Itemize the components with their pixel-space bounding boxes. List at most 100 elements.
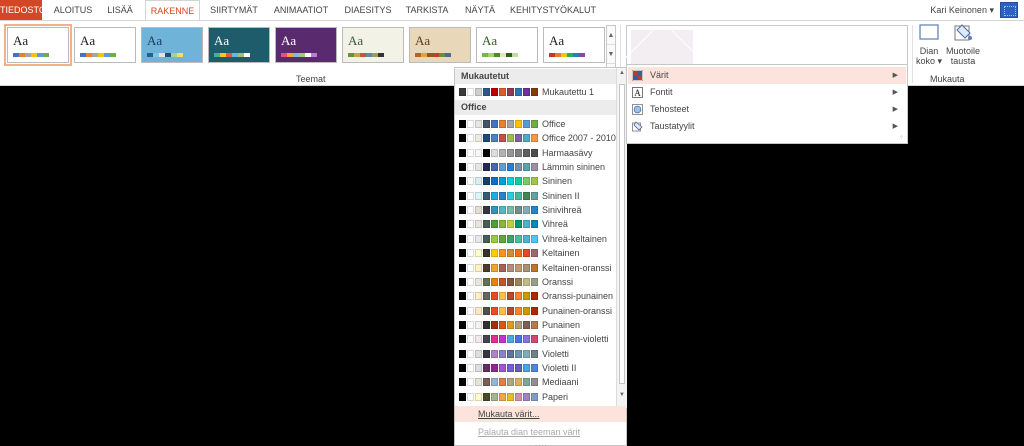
- palette-option[interactable]: Keltainen: [455, 246, 617, 260]
- palette-option[interactable]: Vihreä: [455, 217, 617, 231]
- palette-swatches: [459, 292, 539, 301]
- palette-option[interactable]: Harmaasävy: [455, 146, 617, 160]
- palette-option[interactable]: Mediaani: [455, 375, 617, 389]
- menu-item-background-styles-label: Taustatyylit: [650, 121, 695, 131]
- theme-thumbnail[interactable]: Aa: [543, 27, 605, 63]
- theme-thumbnail-text: Aa: [482, 33, 498, 48]
- avatar[interactable]: [1000, 2, 1018, 18]
- palette-option[interactable]: Punainen: [455, 318, 617, 332]
- theme-thumbnail-text: Aa: [549, 33, 565, 48]
- palette-option[interactable]: Vihreä-keltainen: [455, 232, 617, 246]
- gallery-scroll-up-icon[interactable]: ▲: [607, 26, 615, 45]
- palette-name: Oranssi: [542, 276, 574, 287]
- tab-slideshow[interactable]: DIAESITYS: [341, 0, 395, 20]
- theme-thumbnail-text: Aa: [415, 33, 431, 48]
- theme-thumbnail-text: Aa: [13, 33, 29, 48]
- palette-name: Punainen-oranssi: [542, 305, 613, 316]
- submenu-arrow-icon: ▶: [892, 89, 898, 96]
- palette-option[interactable]: Lämmin sininen: [455, 160, 617, 174]
- palette-option[interactable]: Sininen II: [455, 189, 617, 203]
- theme-color-strip: [415, 53, 451, 57]
- theme-thumbnail-text: Aa: [147, 33, 163, 48]
- palette-name: Keltainen-oranssi: [542, 262, 612, 273]
- format-background-button[interactable]: Muotoile tausta: [944, 23, 982, 66]
- tab-view[interactable]: NÄYTÄ: [460, 0, 500, 20]
- palette-option[interactable]: Sininen: [455, 174, 617, 188]
- customize-colors-item[interactable]: Mukauta värit...: [455, 406, 626, 422]
- tab-design[interactable]: RAKENNE: [145, 0, 200, 21]
- palette-option[interactable]: Punainen-oranssi: [455, 304, 617, 318]
- slide-size-button[interactable]: Dian koko ▾: [910, 23, 948, 66]
- tab-developer[interactable]: KEHITYSTYÖKALUT: [509, 0, 597, 20]
- palette-name: Mediaani: [542, 377, 579, 388]
- palette-swatches: [459, 363, 539, 372]
- palette-option[interactable]: Paperi: [455, 390, 617, 404]
- theme-thumbnail-text: Aa: [348, 33, 364, 48]
- theme-thumbnail[interactable]: Aa: [275, 27, 337, 63]
- palette-option[interactable]: Violetti: [455, 347, 617, 361]
- menu-resize-grip[interactable]: ....: [535, 439, 548, 446]
- palette-name: Violetti II: [542, 362, 577, 373]
- palette-swatches: [459, 263, 539, 272]
- palette-name: Keltainen: [542, 248, 580, 259]
- variant-thumbnail[interactable]: [631, 30, 693, 64]
- palette-swatches: [459, 335, 539, 344]
- palette-option[interactable]: Oranssi: [455, 275, 617, 289]
- colors-icon: [632, 70, 643, 81]
- gallery-scroll-down-icon[interactable]: ▼: [607, 45, 615, 64]
- palette-name: Vihreä: [542, 219, 568, 230]
- menu-item-fonts[interactable]: A Fontit ▶: [628, 84, 906, 101]
- tab-insert[interactable]: LISÄÄ: [104, 0, 136, 20]
- menu-item-effects[interactable]: Tehosteet ▶: [628, 101, 906, 118]
- theme-color-strip: [13, 53, 49, 57]
- palette-option[interactable]: Office 2007 - 2010: [455, 131, 617, 145]
- menu-resize-grip[interactable]: ⁘: [899, 134, 904, 141]
- reset-theme-colors-item[interactable]: Palauta dian teeman värit: [455, 424, 626, 440]
- theme-thumbnail-text: Aa: [281, 33, 297, 48]
- menu-item-background-styles[interactable]: Taustatyylit ▶: [628, 118, 906, 135]
- user-account[interactable]: Kari Keinonen ▾: [930, 0, 994, 20]
- palette-option[interactable]: Oranssi-punainen: [455, 289, 617, 303]
- theme-thumbnail[interactable]: Aa: [409, 27, 471, 63]
- theme-thumbnail-text: Aa: [214, 33, 230, 48]
- theme-color-strip: [147, 53, 183, 57]
- theme-thumbnail[interactable]: Aa: [4, 24, 72, 66]
- customize-group-label: Mukauta: [930, 74, 965, 84]
- palette-name: Oranssi-punainen: [542, 291, 614, 302]
- palette-name: Sininen: [542, 176, 573, 187]
- tab-transitions[interactable]: SIIRTYMÄT: [206, 0, 262, 20]
- palette-option[interactable]: Keltainen-oranssi: [455, 261, 617, 275]
- theme-thumbnail[interactable]: Aa: [342, 27, 404, 63]
- tab-review[interactable]: TARKISTA: [402, 0, 452, 20]
- tab-home[interactable]: ALOITUS: [48, 0, 98, 20]
- submenu-arrow-icon: ▶: [892, 106, 898, 113]
- palette-swatches: [459, 320, 539, 329]
- palette-option[interactable]: Violetti II: [455, 361, 617, 375]
- tab-animations[interactable]: ANIMAATIOT: [268, 0, 334, 20]
- tab-file[interactable]: TIEDOSTO: [0, 0, 46, 20]
- palette-name: Harmaasävy: [542, 147, 593, 158]
- theme-thumbnail[interactable]: Aa: [208, 27, 270, 63]
- palette-swatches: [459, 120, 539, 128]
- theme-thumbnail[interactable]: Aa: [141, 27, 203, 63]
- palette-option[interactable]: Punainen-violetti: [455, 332, 617, 346]
- theme-thumbnail[interactable]: Aa: [476, 27, 538, 63]
- palette-option[interactable]: Sinivihreä: [455, 203, 617, 217]
- palette-swatches: [459, 249, 539, 258]
- palette-name: Office 2007 - 2010: [542, 133, 616, 144]
- palette-option[interactable]: Office: [455, 117, 617, 131]
- theme-thumbnail-text: Aa: [80, 33, 96, 48]
- menu-scroll-thumb[interactable]: [619, 84, 625, 384]
- menu-item-colors[interactable]: Värit ▶: [628, 67, 906, 84]
- palette-swatches: [459, 163, 539, 172]
- palette-option[interactable]: Mukautettu 1: [455, 85, 617, 99]
- office-section-header: Office: [455, 100, 617, 115]
- color-palette-menu: Mukautetut Mukautettu 1 Office Office Off…: [454, 67, 627, 446]
- theme-color-strip: [549, 53, 585, 57]
- menu-scroll-down-icon[interactable]: ▼: [619, 392, 625, 398]
- theme-thumbnail[interactable]: Aa: [74, 27, 136, 63]
- format-background-icon: [954, 24, 972, 41]
- menu-scroll-up-icon[interactable]: ▲: [619, 70, 625, 76]
- palette-swatches: [459, 220, 539, 229]
- theme-color-strip: [214, 53, 250, 57]
